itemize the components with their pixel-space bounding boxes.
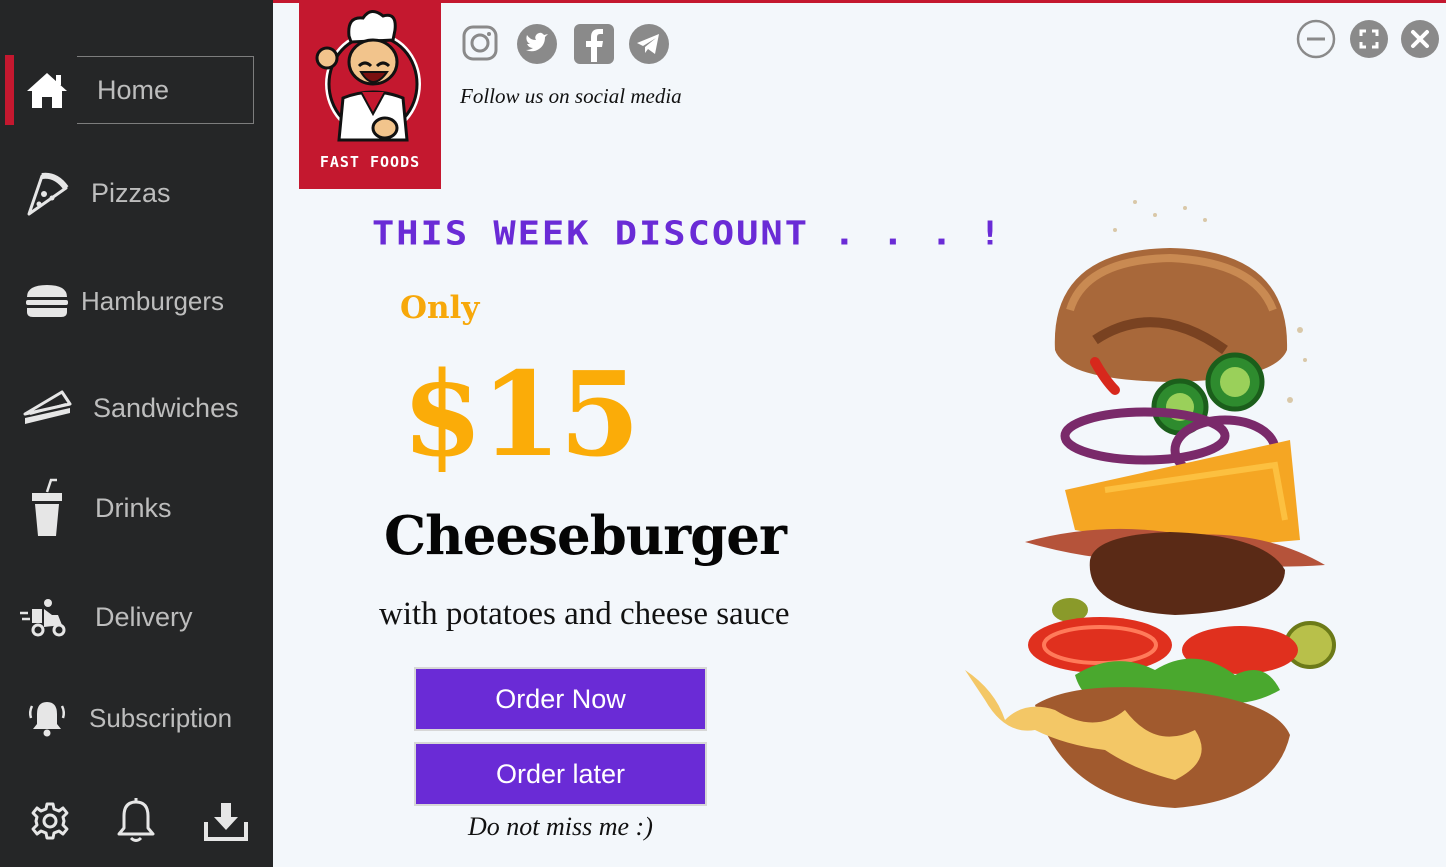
discount-heading: THIS WEEK DISCOUNT . . . ! [372,214,1004,253]
product-name: Cheeseburger [384,505,787,567]
sidebar-item-label: Sandwiches [93,392,239,423]
telegram-icon[interactable] [627,22,671,66]
subscription-bell-icon [22,693,72,743]
tagline: Do not miss me :) [468,812,653,841]
order-later-button[interactable]: Order later [414,742,707,806]
instagram-icon[interactable] [459,22,503,66]
sidebar-item-hamburgers[interactable]: Hamburgers [0,265,273,337]
hamburger-icon [22,276,72,326]
minimize-icon[interactable] [1296,19,1336,59]
cheeseburger-image [965,200,1336,808]
sidebar-item-label: Subscription [89,702,233,733]
maximize-icon[interactable] [1349,19,1389,59]
settings-gear-icon[interactable] [24,795,76,847]
order-now-button[interactable]: Order Now [414,667,707,731]
chef-mascot-icon [315,10,421,142]
sidebar-item-label: Hamburgers [81,285,225,316]
sidebar-item-label: Delivery [95,601,193,632]
sandwich-icon [22,383,72,433]
sidebar-item-home[interactable]: Home [0,54,273,126]
close-icon[interactable] [1400,19,1440,59]
drink-icon [22,478,72,536]
product-description: with potatoes and cheese sauce [379,596,790,632]
download-icon[interactable] [200,795,252,847]
sidebar-item-label: Pizzas [91,177,171,208]
only-label: Only [400,290,480,326]
sidebar-item-pizzas[interactable]: Pizzas [0,157,273,229]
sidebar-item-sandwiches[interactable]: Sandwiches [0,372,273,444]
sidebar-item-drinks[interactable]: Drinks [0,472,273,544]
follow-us-text: Follow us on social media [460,84,682,108]
brand-logo: FAST FOODS [299,0,441,189]
top-accent-line [273,0,1446,3]
notification-bell-icon[interactable] [110,795,162,847]
sidebar-item-delivery[interactable]: Delivery [0,581,273,653]
sidebar-item-label: Home [97,74,170,105]
sidebar-item-subscription[interactable]: Subscription [0,682,273,754]
facebook-icon[interactable] [572,22,616,66]
sidebar-item-label: Drinks [95,492,172,523]
pizza-icon [22,168,72,218]
sidebar: Home Pizzas Hamburgers Sandwiches Drinks… [0,0,273,867]
sidebar-bottom-icons [0,795,273,855]
twitter-icon[interactable] [515,22,559,66]
home-icon [22,65,72,115]
logo-text: FAST FOODS [319,153,421,171]
price: $15 [402,347,640,483]
delivery-icon [18,592,68,642]
